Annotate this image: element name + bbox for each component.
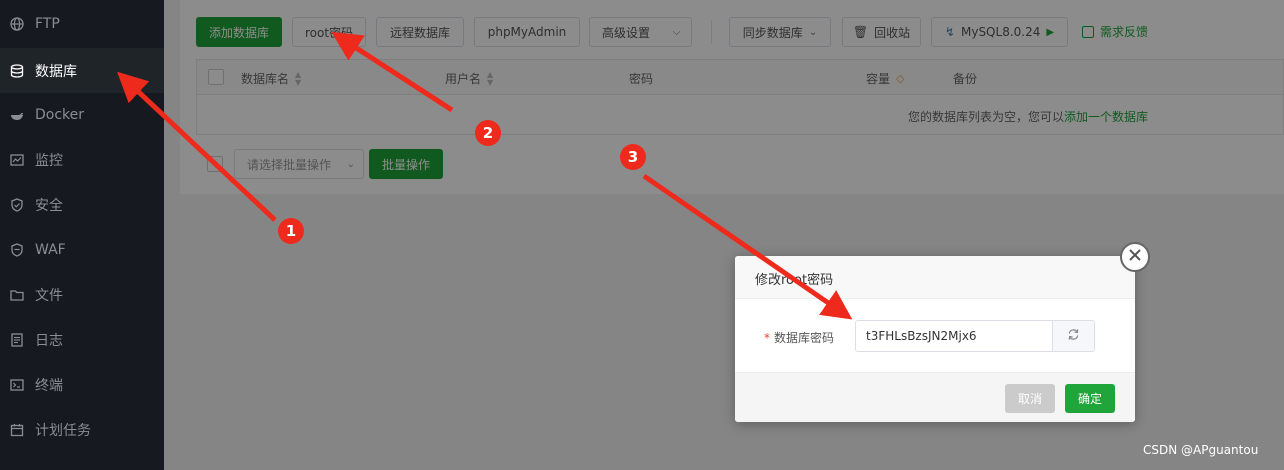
sidebar-item-label: Docker — [35, 106, 85, 123]
cancel-button[interactable]: 取消 — [1005, 384, 1055, 413]
waf-shield-icon — [10, 242, 24, 257]
sidebar-item-files[interactable]: 文件 — [0, 272, 164, 317]
folder-icon — [10, 288, 24, 302]
dialog-header: 修改root密码 — [735, 256, 1135, 299]
confirm-button[interactable]: 确定 — [1065, 384, 1115, 413]
refresh-icon — [1067, 328, 1080, 345]
annotation-badge-2: 2 — [475, 120, 501, 146]
watermark: CSDN @APguantou — [1143, 443, 1259, 457]
sidebar-item-ftp[interactable]: FTP — [0, 1, 164, 46]
monitor-icon — [10, 153, 24, 167]
password-field-label: * 数据库密码 — [764, 329, 834, 346]
sidebar-item-waf[interactable]: WAF — [0, 227, 164, 272]
sidebar-item-label: 文件 — [35, 287, 63, 304]
sidebar-item-label: 计划任务 — [35, 422, 91, 439]
sidebar-item-docker[interactable]: Docker — [0, 92, 164, 137]
annotation-badge-1: 1 — [278, 218, 304, 244]
database-icon — [10, 63, 24, 78]
terminal-icon — [10, 378, 24, 392]
sidebar-item-label: 终端 — [35, 377, 63, 394]
shield-icon — [10, 197, 24, 212]
close-icon — [1128, 248, 1142, 266]
dialog-footer: 取消 确定 — [735, 372, 1135, 422]
sidebar-item-security[interactable]: 安全 — [0, 182, 164, 227]
sidebar-item-label: 日志 — [35, 332, 63, 349]
sidebar-item-label: 安全 — [35, 197, 63, 214]
sidebar-item-database[interactable]: 数据库 — [0, 48, 164, 93]
annotation-badge-3: 3 — [620, 144, 646, 170]
dialog-close-button[interactable] — [1120, 242, 1150, 272]
sidebar-item-terminal[interactable]: 终端 — [0, 362, 164, 407]
sidebar-item-cron[interactable]: 计划任务 — [0, 407, 164, 452]
password-label-text: 数据库密码 — [774, 331, 835, 345]
calendar-icon — [10, 423, 24, 437]
log-icon — [10, 332, 24, 347]
sidebar-item-label: 监控 — [35, 152, 63, 169]
sidebar: FTP 数据库 Docker 监控 安全 WAF 文件 日志 终端 计划任务 — [0, 0, 164, 470]
sidebar-item-label: FTP — [35, 15, 60, 32]
regenerate-password-button[interactable] — [1052, 320, 1095, 352]
sidebar-item-label: 数据库 — [35, 63, 77, 80]
docker-icon — [10, 108, 24, 122]
globe-icon — [10, 16, 24, 31]
db-password-input[interactable] — [855, 320, 1052, 352]
dialog-title: 修改root密码 — [755, 273, 834, 288]
root-password-dialog: 修改root密码 * 数据库密码 取消 确定 — [735, 256, 1135, 422]
sidebar-item-monitor[interactable]: 监控 — [0, 137, 164, 182]
required-mark: * — [764, 331, 770, 345]
sidebar-item-label: WAF — [35, 241, 66, 258]
sidebar-item-logs[interactable]: 日志 — [0, 317, 164, 362]
